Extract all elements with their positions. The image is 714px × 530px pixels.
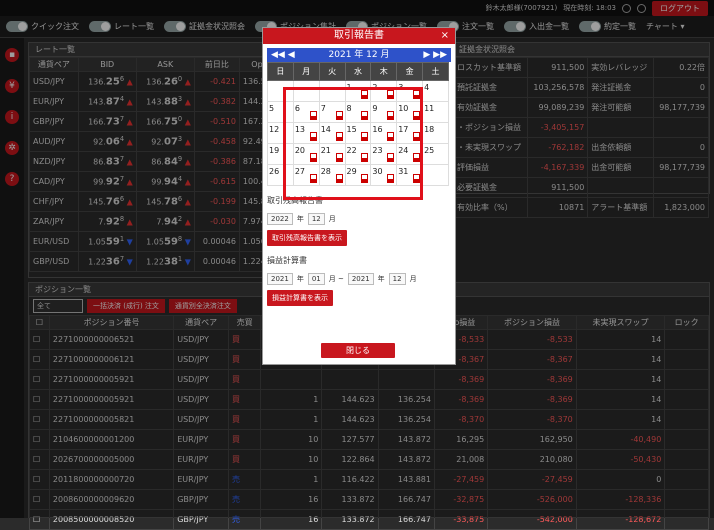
modal-title: 取引報告書 — [334, 30, 384, 41]
close-button[interactable]: 閉じる — [321, 343, 395, 358]
day-number: 5 — [269, 104, 275, 113]
weekday-header: 水 — [344, 62, 372, 81]
month-unit: 月 — [328, 215, 336, 223]
calendar-day: 18 — [422, 122, 449, 144]
show-balance-report-button[interactable]: 取引残高報告書を表示 — [267, 230, 347, 246]
calendar-month: 2021 年 12 月 — [328, 50, 390, 60]
day-number: 11 — [424, 104, 435, 113]
modal-header: 取引報告書 × — [263, 28, 455, 44]
weekday-header: 土 — [422, 62, 449, 81]
highlight-box — [283, 87, 423, 200]
day-number: 12 — [269, 125, 280, 134]
weekday-header: 木 — [370, 62, 398, 81]
prev-month-button[interactable]: ◀◀ ◀ — [271, 48, 295, 62]
calendar-day: 4 — [422, 80, 449, 102]
day-number: 26 — [269, 167, 280, 176]
year-unit: 年 — [296, 275, 304, 283]
pnl-statement-label: 損益計算書 — [267, 256, 307, 265]
pnl-start-year-select[interactable]: 2021 — [267, 273, 293, 285]
year-unit: 年 — [296, 215, 304, 223]
close-icon[interactable]: × — [441, 28, 449, 44]
calendar-nav: ◀◀ ◀ 2021 年 12 月 ▶ ▶▶ — [267, 48, 451, 62]
weekday-header: 金 — [396, 62, 424, 81]
weekday-header: 火 — [318, 62, 346, 81]
month-unit: 月 — [409, 275, 417, 283]
show-pnl-statement-button[interactable]: 損益計算書を表示 — [267, 290, 333, 306]
next-month-button[interactable]: ▶ ▶▶ — [423, 48, 447, 62]
day-number: 25 — [424, 146, 435, 155]
calendar-day: 25 — [422, 143, 449, 165]
year-unit: 年 — [377, 275, 385, 283]
balance-year-select[interactable]: 2022 — [267, 213, 293, 225]
pnl-start-month-select[interactable]: 01 — [307, 273, 325, 285]
weekday-header: 月 — [292, 62, 320, 81]
weekday-header: 日 — [267, 62, 294, 81]
calendar-day: 11 — [422, 101, 449, 123]
day-number: 19 — [269, 146, 280, 155]
pnl-end-month-select[interactable]: 12 — [388, 273, 406, 285]
day-number: 18 — [424, 125, 435, 134]
day-number: 4 — [424, 83, 430, 92]
balance-month-select[interactable]: 12 — [307, 213, 325, 225]
calendar-day — [422, 164, 449, 186]
range-separator: 月 ~ — [328, 275, 344, 283]
pnl-end-year-select[interactable]: 2021 — [347, 273, 374, 285]
